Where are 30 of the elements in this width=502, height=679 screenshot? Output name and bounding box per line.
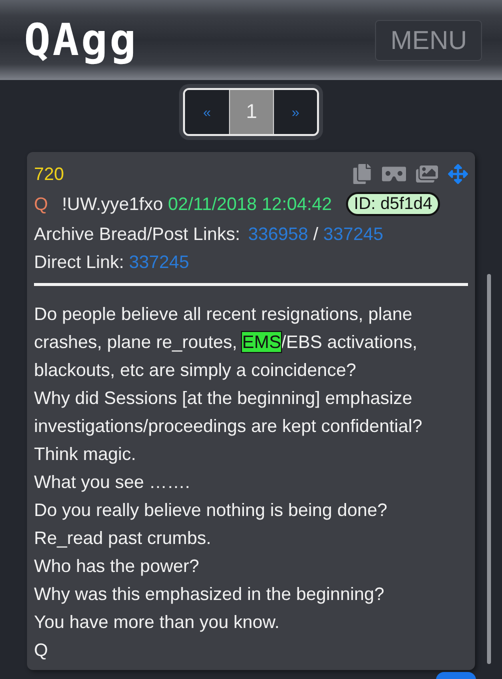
post-text: What you see …….: [34, 471, 192, 494]
tripcode: !UW.yye1fxo: [62, 193, 164, 216]
direct-link[interactable]: 337245: [129, 248, 190, 276]
link-separator: /: [313, 223, 318, 246]
archive-label: Archive Bread/Post Links:: [34, 223, 240, 246]
archive-link[interactable]: 336958: [248, 220, 308, 248]
post-text: You have more than you know.: [34, 611, 281, 634]
copy-icon[interactable]: [352, 164, 372, 184]
post-text: Why did Sessions [at the beginning] emphasize investigations/proceedings are kept confidential?: [34, 387, 424, 438]
post-text: Think magic.: [34, 443, 138, 466]
post-text: Why was this emphasized in the beginning?: [34, 583, 386, 606]
id-badge: ID: d5f1d4: [346, 192, 440, 216]
post-text: Who has the power?: [34, 555, 200, 578]
menu-button[interactable]: MENU: [375, 20, 482, 60]
page-button[interactable]: 1: [229, 90, 273, 134]
post-text: Do you really believe nothing is being done?: [34, 499, 388, 522]
post-author: Q: [34, 193, 48, 216]
images-icon[interactable]: [416, 163, 438, 185]
archive-link[interactable]: 337245: [323, 220, 384, 248]
next-page-button[interactable]: »: [273, 90, 317, 134]
post-text: Re_read past crumbs.: [34, 527, 212, 550]
move-icon[interactable]: [448, 164, 468, 184]
post-text: Do people believe all recent resignations, plane crashes, plane re_routes, EMS/EBS activations, blackouts, etc are simply a coincidence?: [34, 303, 418, 382]
previous-page-button[interactable]: «: [185, 90, 229, 134]
site-logo[interactable]: QAgg: [24, 14, 138, 66]
post-timestamp: 02/11/2018 12:04:42: [168, 193, 332, 216]
scrollbar[interactable]: [487, 274, 491, 664]
post-number: 720: [34, 163, 66, 186]
post-text: Q: [34, 639, 50, 662]
direct-link-label: Direct Link:: [34, 251, 124, 274]
